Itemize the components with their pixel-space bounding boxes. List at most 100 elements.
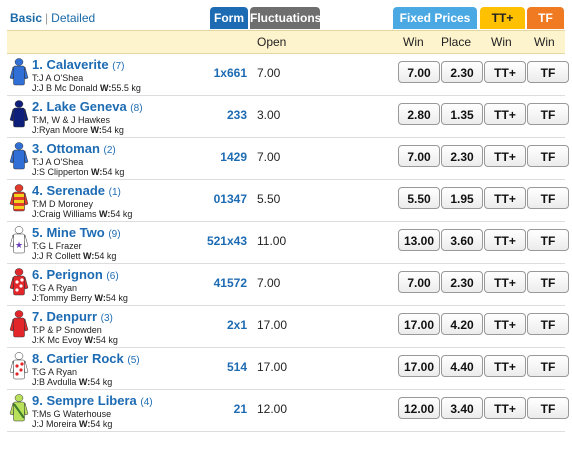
jockey-text: J:Craig Williams (32, 209, 97, 219)
win-price-button[interactable]: 5.50 (398, 187, 440, 209)
win-price-button[interactable]: 12.00 (398, 397, 440, 419)
form-link[interactable]: 1429 (172, 150, 247, 164)
tab-tf[interactable]: TF (527, 7, 564, 29)
tf-button[interactable]: TF (527, 355, 569, 377)
tt-plus-button[interactable]: TT+ (484, 61, 526, 83)
place-column-header: Place (441, 35, 472, 49)
tt-plus-button[interactable]: TT+ (484, 355, 526, 377)
runner-row: 7. Denpurr (3) T:P & P Snowden J:K Mc Evoy… (7, 306, 569, 348)
trainer-text: T:Ms G Waterhouse (32, 409, 112, 419)
runner-name-link[interactable]: 5. Mine Two (9) (32, 225, 121, 240)
form-link[interactable]: 521x43 (172, 234, 247, 248)
trainer-text: T:G A Ryan (32, 367, 78, 377)
tf-button[interactable]: TF (527, 313, 569, 335)
tt-plus-button[interactable]: TT+ (484, 229, 526, 251)
win-price-button[interactable]: 7.00 (398, 61, 440, 83)
runner-name: 3. Ottoman (32, 141, 100, 156)
jockey-silk-icon (9, 268, 29, 296)
form-link[interactable]: 2x1 (172, 318, 247, 332)
open-price: 12.00 (257, 402, 288, 416)
column-header-row: Open Win Place Win Win (7, 30, 565, 54)
weight-label: W: (78, 377, 91, 387)
runner-name-link[interactable]: 7. Denpurr (3) (32, 309, 113, 324)
runner-name-link[interactable]: 3. Ottoman (2) (32, 141, 116, 156)
jockey-text: J:J R Collett (32, 251, 81, 261)
win-price-button[interactable]: 7.00 (398, 145, 440, 167)
runner-name-link[interactable]: 4. Serenade (1) (32, 183, 121, 198)
tab-fixed-prices[interactable]: Fixed Prices (393, 7, 477, 29)
tt-plus-button[interactable]: TT+ (484, 145, 526, 167)
place-price-button[interactable]: 1.95 (441, 187, 483, 209)
tt-plus-button[interactable]: TT+ (484, 313, 526, 335)
tf-button[interactable]: TF (527, 145, 569, 167)
tf-button[interactable]: TF (527, 271, 569, 293)
place-price-button[interactable]: 2.30 (441, 145, 483, 167)
tab-fluctuations[interactable]: Fluctuations (250, 7, 321, 29)
form-link[interactable]: 21 (172, 402, 247, 416)
tab-tt-plus[interactable]: TT+ (480, 7, 525, 29)
place-price-button[interactable]: 4.40 (441, 355, 483, 377)
form-link[interactable]: 1x661 (172, 66, 247, 80)
runner-name-link[interactable]: 9. Sempre Libera (4) (32, 393, 153, 408)
runner-name-link[interactable]: 1. Calaverite (7) (32, 57, 124, 72)
jockey-line: J:J B Mc Donald W:55.5 kg (32, 83, 141, 93)
runner-row: 9. Sempre Libera (4) T:Ms G Waterhouse J:J… (7, 390, 569, 432)
tf-button[interactable]: TF (527, 397, 569, 419)
barrier-number: (5) (127, 355, 140, 366)
barrier-number: (2) (103, 145, 116, 156)
tt-plus-button[interactable]: TT+ (484, 103, 526, 125)
jockey-text: J:Tommy Berry (32, 293, 93, 303)
form-link[interactable]: 41572 (172, 276, 247, 290)
runner-row: 6. Perignon (6) T:G A Ryan J:Tommy Berry W… (7, 264, 569, 306)
open-price: 7.00 (257, 66, 281, 80)
place-price-button[interactable]: 3.40 (441, 397, 483, 419)
jockey-line: J:B Avdulla W:54 kg (32, 377, 112, 387)
weight-label: W: (79, 419, 91, 429)
jockey-line: J:K Mc Evoy W:54 kg (32, 335, 118, 345)
form-link[interactable]: 514 (172, 360, 247, 374)
tf-button[interactable]: TF (527, 61, 569, 83)
win-price-button[interactable]: 17.00 (398, 355, 440, 377)
tf-button[interactable]: TF (527, 103, 569, 125)
runner-name-link[interactable]: 8. Cartier Rock (5) (32, 351, 140, 366)
jockey-text: J:B Avdulla (32, 377, 77, 387)
win-price-button[interactable]: 2.80 (398, 103, 440, 125)
form-link[interactable]: 01347 (172, 192, 247, 206)
weight-label: W: (91, 167, 103, 177)
win-price-button[interactable]: 7.00 (398, 271, 440, 293)
open-price: 3.00 (257, 108, 281, 122)
jockey-silk-icon (9, 58, 29, 86)
runner-name: 6. Perignon (32, 267, 103, 282)
win-price-button[interactable]: 17.00 (398, 313, 440, 335)
place-price-button[interactable]: 2.30 (441, 61, 483, 83)
detailed-view-link[interactable]: Detailed (51, 11, 95, 25)
tf-button[interactable]: TF (527, 229, 569, 251)
form-link[interactable]: 233 (172, 108, 247, 122)
trainer-text: T:G A Ryan (32, 283, 78, 293)
tt-plus-button[interactable]: TT+ (484, 397, 526, 419)
basic-view-link[interactable]: Basic (10, 11, 42, 25)
weight-value: 55.5 kg (111, 83, 141, 93)
place-price-button[interactable]: 3.60 (441, 229, 483, 251)
runner-row: 8. Cartier Rock (5) T:G A Ryan J:B Avdulla… (7, 348, 569, 390)
tf-win-column-header: Win (534, 35, 555, 49)
jockey-text: J:S Clipperton (32, 167, 89, 177)
runner-name-link[interactable]: 6. Perignon (6) (32, 267, 119, 282)
trainer-text: T:M, W & J Hawkes (32, 115, 111, 125)
runner-name-link[interactable]: 2. Lake Geneva (8) (32, 99, 143, 114)
tt-plus-button[interactable]: TT+ (484, 271, 526, 293)
tf-button[interactable]: TF (527, 187, 569, 209)
place-price-button[interactable]: 2.30 (441, 271, 483, 293)
jockey-silk-icon (9, 394, 29, 422)
weight-label: W: (100, 83, 112, 93)
tab-form[interactable]: Form (210, 7, 248, 29)
place-price-button[interactable]: 1.35 (441, 103, 483, 125)
barrier-number: (3) (100, 313, 113, 324)
barrier-number: (9) (108, 229, 121, 240)
win-price-button[interactable]: 13.00 (398, 229, 440, 251)
place-price-button[interactable]: 4.20 (441, 313, 483, 335)
weight-value: 54 kg (90, 419, 113, 429)
runner-row: ★ 5. Mine Two (9) T:G L Frazer J:J R Collet… (7, 222, 569, 264)
trainer-text: T:J A O'Shea (32, 157, 84, 167)
tt-plus-button[interactable]: TT+ (484, 187, 526, 209)
